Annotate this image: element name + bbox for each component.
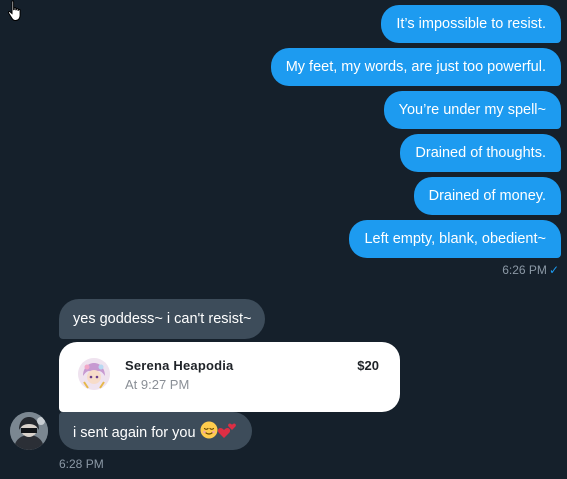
payment-sender-name: Serena Heapodia — [125, 358, 234, 373]
sent-timestamp-row: 6:26 PM ✓ — [502, 263, 559, 277]
payment-avatar — [78, 358, 110, 390]
sent-message[interactable]: You’re under my spell~ — [383, 91, 561, 129]
sent-message[interactable]: It’s impossible to resist. — [381, 5, 561, 43]
sender-avatar[interactable] — [10, 412, 48, 450]
sent-message[interactable]: Drained of money. — [413, 177, 561, 215]
received-message[interactable]: yes goddess~ i can't resist~ — [59, 299, 266, 339]
sent-message[interactable]: Left empty, blank, obedient~ — [349, 220, 561, 258]
payment-card[interactable]: Serena Heapodia At 9:27 PM $20 — [59, 342, 400, 412]
sent-timestamp: 6:26 PM — [502, 263, 547, 277]
sent-message[interactable]: Drained of thoughts. — [400, 134, 561, 172]
received-message-text: i sent again for you — [73, 424, 196, 441]
received-timestamp: 6:28 PM — [59, 457, 104, 471]
two-hearts-emoji — [217, 421, 238, 445]
hand-cursor-icon — [7, 0, 21, 21]
relieved-face-emoji — [200, 421, 218, 445]
payment-amount: $20 — [357, 358, 379, 373]
check-icon: ✓ — [548, 263, 559, 277]
sent-message[interactable]: My feet, my words, are just too powerful… — [270, 48, 561, 86]
received-message[interactable]: i sent again for you — [59, 412, 252, 450]
payment-time: At 9:27 PM — [125, 377, 190, 392]
